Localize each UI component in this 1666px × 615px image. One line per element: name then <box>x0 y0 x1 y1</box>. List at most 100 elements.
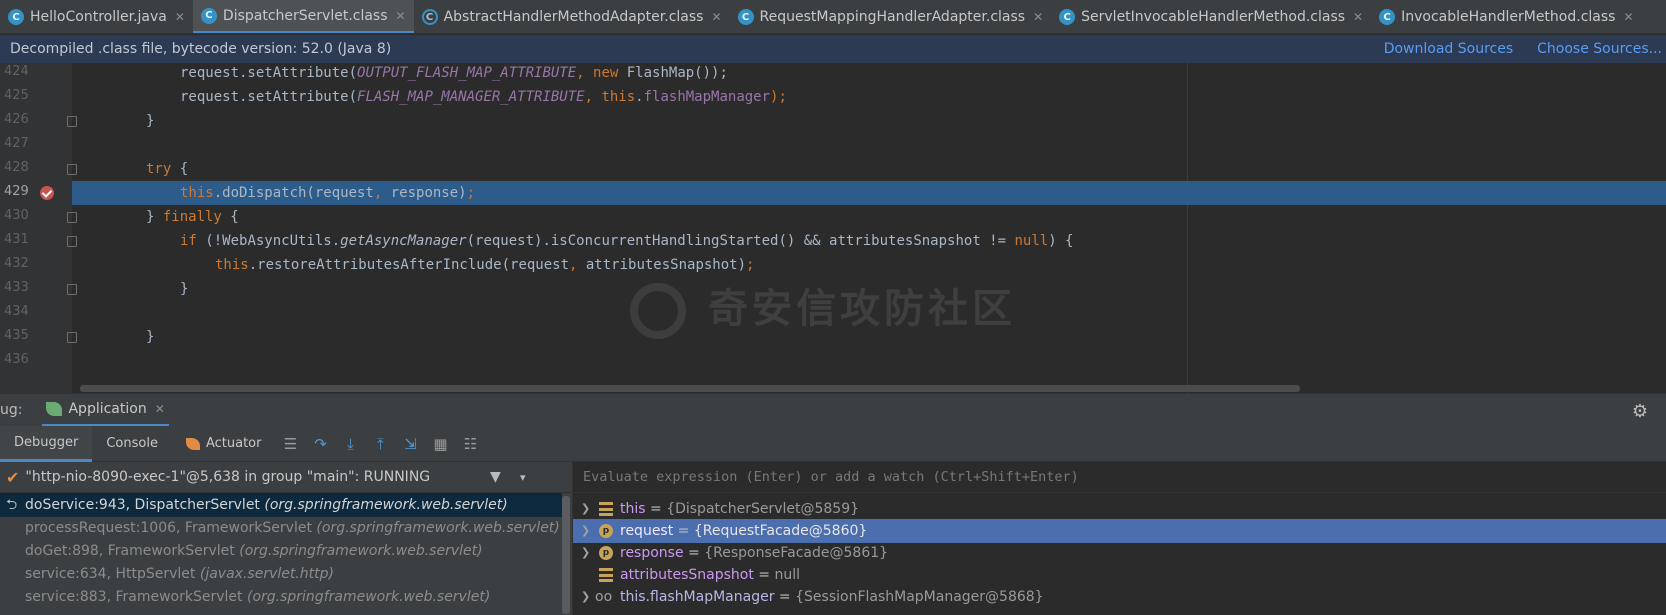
code-token: (request).isConcurrentHandlingStarted() … <box>466 233 1015 249</box>
code-token: ) { <box>1048 233 1074 249</box>
expand-arrow-icon[interactable]: ❯ <box>581 585 590 609</box>
variable-value: {DispatcherServlet@5859} <box>666 501 860 517</box>
expand-arrow-icon[interactable]: ❯ <box>581 541 590 565</box>
frame-method: doService:943, DispatcherServlet <box>25 497 260 513</box>
code-token: FLASH_MAP_MANAGER_ATTRIBUTE <box>357 89 585 105</box>
code-token: { <box>230 209 239 225</box>
gutter-line[interactable]: 432 <box>0 253 72 277</box>
session-label: Application <box>68 400 147 417</box>
close-icon[interactable]: ✕ <box>711 10 721 24</box>
variable-text: response = {ResponseFacade@5861} <box>620 541 888 565</box>
code-token: } <box>146 209 163 225</box>
gutter-line[interactable]: 426 <box>0 109 77 133</box>
trace-icon[interactable]: ☷ <box>459 433 481 455</box>
frames-scrollbar[interactable] <box>562 496 570 614</box>
stack-frame[interactable]: service:883, FrameworkServlet (org.sprin… <box>0 585 562 609</box>
stack-frame[interactable]: ⮌ doService:943, DispatcherServlet (org.s… <box>0 493 562 517</box>
variable-value: {RequestFacade@5860} <box>693 523 868 539</box>
variable-row[interactable]: ❯ this = {DispatcherServlet@5859} <box>573 497 1666 521</box>
code-text: } <box>146 109 154 133</box>
variables-panel: Evaluate expression (Enter) or add a wat… <box>572 462 1666 615</box>
variable-row[interactable]: ❯ p response = {ResponseFacade@5861} <box>573 541 1666 565</box>
run-to-cursor-icon[interactable]: ⇲ <box>399 433 421 455</box>
editor-tab[interactable]: C HelloController.java ✕ <box>0 0 193 33</box>
editor-tab[interactable]: C RequestMappingHandlerAdapter.class ✕ <box>730 0 1052 33</box>
code-token: try <box>146 161 180 177</box>
editor-tab[interactable]: C InvocableHandlerMethod.class ✕ <box>1371 0 1641 33</box>
gutter-line[interactable]: 433 <box>0 277 77 301</box>
variable-row[interactable]: attributesSnapshot = null <box>573 563 1666 587</box>
chevron-down-icon[interactable]: ▾ <box>520 471 526 484</box>
debug-toolwindow-header: ug: Application ✕ ⚙ <box>0 393 1666 427</box>
close-icon[interactable]: ✕ <box>175 10 185 24</box>
gutter-line[interactable]: 430 <box>0 205 77 229</box>
evaluate-placeholder: Evaluate expression (Enter) or add a wat… <box>583 469 1079 485</box>
variable-text: request = {RequestFacade@5860} <box>620 519 867 543</box>
gutter-line[interactable]: 436 <box>0 349 72 373</box>
frame-method: service:883, FrameworkServlet <box>25 589 243 605</box>
equals-sign: = <box>683 545 705 561</box>
gutter-line[interactable]: 428 <box>0 157 77 181</box>
tab-actuator[interactable]: Actuator <box>172 426 276 462</box>
editor-tab[interactable]: C ServletInvocableHandlerMethod.class ✕ <box>1051 0 1371 33</box>
thread-selector[interactable]: ✔ "http-nio-8090-exec-1"@5,638 in group … <box>0 462 572 493</box>
stack-frame[interactable]: service:634, HttpServlet (javax.servlet.… <box>0 562 562 586</box>
filter-icon[interactable]: ▼ <box>490 469 501 485</box>
field-icon <box>599 568 613 582</box>
variable-row[interactable]: ❯ p request = {RequestFacade@5860} <box>573 519 1666 543</box>
step-over-icon[interactable]: ↷ <box>309 433 331 455</box>
editor-tab-label: RequestMappingHandlerAdapter.class <box>759 9 1026 25</box>
editor-tab[interactable]: C AbstractHandlerMethodAdapter.class ✕ <box>414 0 730 33</box>
close-icon[interactable]: ✕ <box>155 402 165 416</box>
code-token: , <box>569 257 586 273</box>
download-sources-link[interactable]: Download Sources <box>1384 41 1513 57</box>
choose-sources-link[interactable]: Choose Sources... <box>1537 41 1662 57</box>
code-line: request.setAttribute(FLASH_MAP_MANAGER_A… <box>72 85 1666 109</box>
equals-sign: = <box>645 501 667 517</box>
evaluate-expression-icon[interactable]: ▦ <box>429 433 451 455</box>
editor-tab[interactable]: C DispatcherServlet.class ✕ <box>192 0 414 33</box>
expand-arrow-icon[interactable]: ❯ <box>581 497 590 521</box>
code-token: flashMapManager <box>643 89 771 105</box>
code-text: if (!WebAsyncUtils.getAsyncManager(reque… <box>180 229 1073 253</box>
breakpoint-icon[interactable] <box>40 186 54 200</box>
gutter-line[interactable]: 429 <box>0 181 72 205</box>
variable-name: this.flashMapManager <box>620 589 775 605</box>
gutter-line[interactable]: 424 <box>0 63 72 85</box>
close-icon[interactable]: ✕ <box>1033 10 1043 24</box>
gutter-line[interactable]: 435 <box>0 325 77 349</box>
gutter-line[interactable]: 434 <box>0 301 72 325</box>
variable-value: null <box>774 567 800 583</box>
gutter-line[interactable]: 425 <box>0 85 72 109</box>
gutter-line[interactable]: 427 <box>0 133 72 157</box>
close-icon[interactable]: ✕ <box>396 9 406 23</box>
close-icon[interactable]: ✕ <box>1623 10 1633 24</box>
variable-text: this.flashMapManager = {SessionFlashMapM… <box>620 585 1044 609</box>
code-text: try { <box>146 157 188 181</box>
step-into-icon[interactable]: ⤓ <box>339 433 361 455</box>
editor-tab-label: AbstractHandlerMethodAdapter.class <box>443 9 704 25</box>
evaluate-expression-input[interactable]: Evaluate expression (Enter) or add a wat… <box>573 462 1666 493</box>
expand-arrow-icon[interactable]: ❯ <box>581 519 590 543</box>
frame-package: (org.springframework.web.servlet) <box>239 543 483 559</box>
code-line: if (!WebAsyncUtils.getAsyncManager(reque… <box>72 229 1666 253</box>
layout-menu-icon[interactable]: ☰ <box>279 433 301 455</box>
code-editor[interactable]: 424 425 426 427 428 429 430 431 432 433 434 435 436 … <box>0 63 1666 393</box>
editor-tab-label: ServletInvocableHandlerMethod.class <box>1081 9 1346 25</box>
horizontal-scrollbar[interactable] <box>80 385 1300 392</box>
tab-console[interactable]: Console <box>92 426 172 462</box>
code-token: OUTPUT_FLASH_MAP_ATTRIBUTE <box>357 65 577 81</box>
gear-icon[interactable]: ⚙ <box>1632 401 1648 422</box>
line-gutter[interactable]: 424 425 426 427 428 429 430 431 432 433 434 435 436 <box>0 63 77 393</box>
code-token: . <box>635 89 644 105</box>
variable-row[interactable]: ❯ oo this.flashMapManager = {SessionFlashM… <box>573 585 1666 609</box>
stack-frame[interactable]: doGet:898, FrameworkServlet (org.springf… <box>0 539 562 563</box>
debug-session-tab[interactable]: Application ✕ <box>42 394 169 427</box>
close-icon[interactable]: ✕ <box>1353 10 1363 24</box>
stack-frame[interactable]: processRequest:1006, FrameworkServlet (o… <box>0 516 562 540</box>
tab-debugger[interactable]: Debugger <box>0 425 93 462</box>
editor-tab-bar: C HelloController.java ✕ C DispatcherServlet… <box>0 0 1666 34</box>
gutter-line[interactable]: 431 <box>0 229 77 253</box>
step-out-icon[interactable]: ⤒ <box>369 433 391 455</box>
variable-name: attributesSnapshot <box>620 567 754 583</box>
